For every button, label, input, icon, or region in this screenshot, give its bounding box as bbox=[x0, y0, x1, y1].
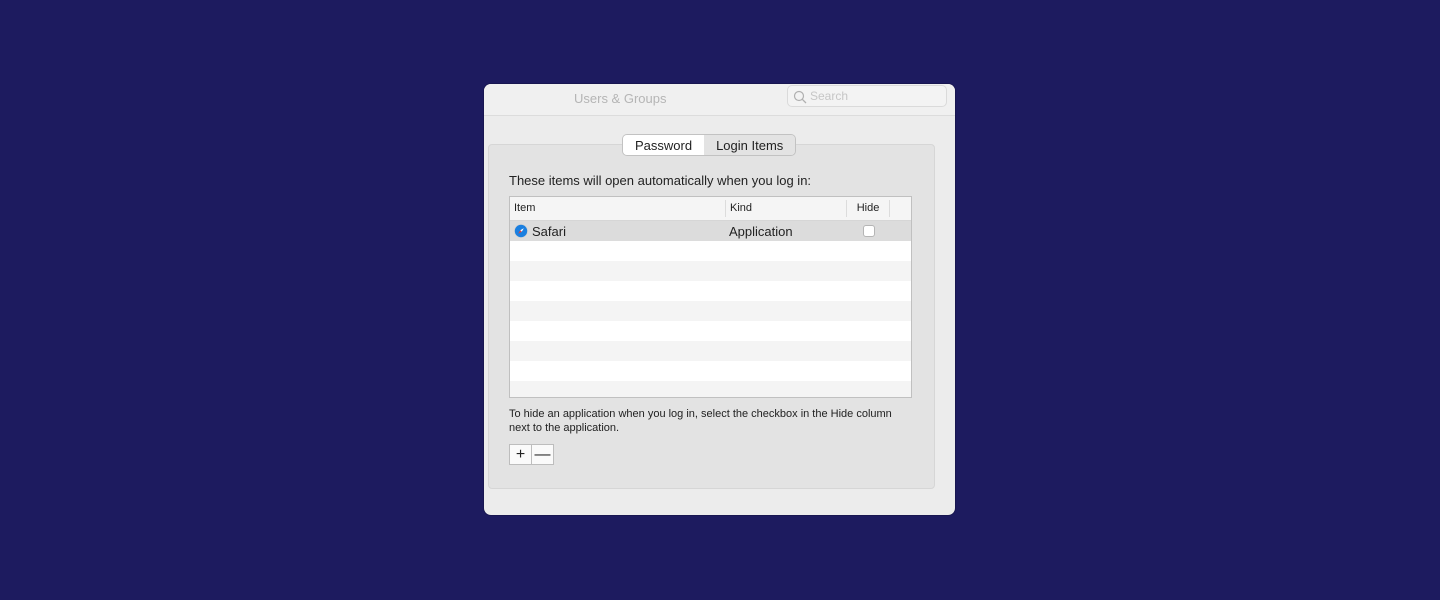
help-text: To hide an application when you log in, … bbox=[509, 408, 892, 434]
item-name: Safari bbox=[532, 223, 566, 239]
empty-row bbox=[510, 261, 911, 281]
add-item-button[interactable]: + bbox=[510, 445, 532, 464]
empty-row bbox=[510, 301, 911, 321]
search-input[interactable] bbox=[810, 88, 940, 104]
title-bar: Users & Groups bbox=[484, 84, 955, 116]
login-items-panel: These items will open automatically when… bbox=[488, 144, 935, 489]
intro-text: These items will open automatically when… bbox=[509, 173, 812, 188]
remove-item-button[interactable]: — bbox=[532, 445, 553, 464]
tab-password[interactable]: Password bbox=[623, 135, 705, 155]
window-title: Users & Groups bbox=[574, 91, 667, 106]
empty-row bbox=[510, 241, 911, 261]
table-header: Item Kind Hide bbox=[510, 197, 911, 221]
column-header-hide[interactable]: Hide bbox=[847, 200, 890, 217]
hide-checkbox[interactable] bbox=[862, 225, 875, 237]
empty-row bbox=[510, 281, 911, 301]
add-remove-control: + — bbox=[509, 444, 554, 465]
empty-row bbox=[510, 321, 911, 341]
tab-bar: Password Login Items bbox=[622, 134, 797, 156]
search-field[interactable] bbox=[787, 85, 947, 107]
cell-item: Safari bbox=[510, 224, 726, 239]
column-header-item[interactable]: Item bbox=[510, 200, 726, 217]
login-items-table: Item Kind Hide Safari Application bbox=[509, 196, 912, 398]
empty-row bbox=[510, 361, 911, 381]
empty-row bbox=[510, 341, 911, 361]
safari-icon bbox=[514, 224, 528, 238]
tab-login-items[interactable]: Login Items bbox=[704, 135, 796, 155]
users-groups-window: Users & Groups Password Login Items Thes… bbox=[484, 84, 955, 515]
cell-kind: Application bbox=[729, 223, 793, 239]
table-row[interactable]: Safari Application bbox=[510, 221, 911, 241]
search-icon bbox=[793, 90, 807, 104]
column-header-kind[interactable]: Kind bbox=[726, 200, 847, 217]
empty-row bbox=[510, 381, 911, 397]
cell-hide bbox=[847, 225, 890, 237]
